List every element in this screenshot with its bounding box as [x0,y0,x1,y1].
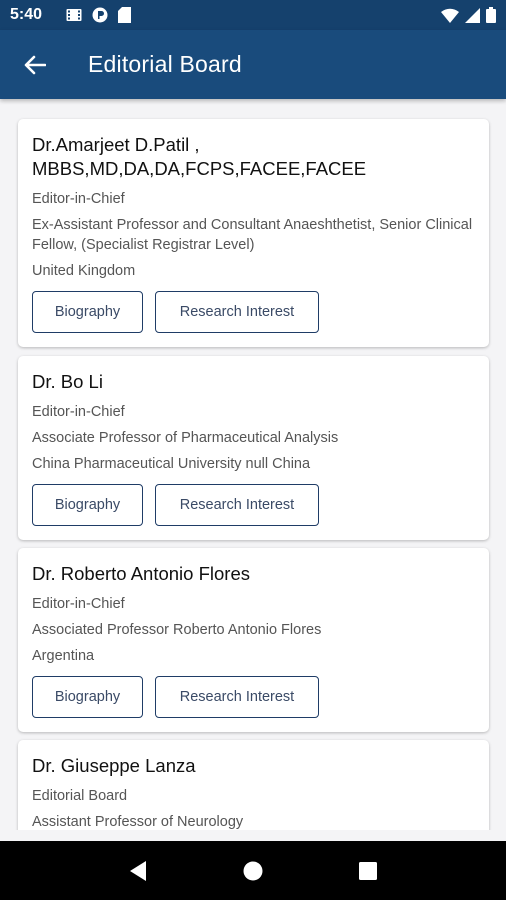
research-interest-button[interactable]: Research Interest [155,291,319,333]
member-role: Editor-in-Chief [32,404,125,420]
media-icon [66,8,82,22]
member-role: Editorial Board [32,788,128,804]
editorial-board-list[interactable]: Dr.Amarjeet D.Patil , MBBS,MD,DA,DA,FCPS… [0,99,506,830]
nav-recents-button[interactable] [348,851,388,891]
card-actions: Biography Research Interest [32,484,475,526]
status-time: 5:40 [10,6,43,23]
card-actions: Biography Research Interest [32,676,475,718]
research-interest-button[interactable]: Research Interest [155,676,319,718]
back-button[interactable] [0,30,70,99]
wifi-icon [441,8,459,23]
board-member-card: Dr. Bo Li Editor-in-Chief Associate Prof… [18,356,489,540]
biography-button[interactable]: Biography [32,484,143,526]
page-title: Editorial Board [88,51,242,77]
member-role: Editor-in-Chief [32,191,125,207]
member-location: United Kingdom [32,263,136,279]
sd-card-icon [118,7,132,23]
board-member-card: Dr. Roberto Antonio Flores Editor-in-Chi… [18,548,489,732]
app-bar: Editorial Board [0,30,506,99]
member-name: Dr.Amarjeet D.Patil , MBBS,MD,DA,DA,FCPS… [32,134,367,179]
square-recents-icon [359,861,378,880]
status-bar: 5:40 [0,0,506,30]
battery-icon [486,7,496,23]
member-name: Dr. Giuseppe Lanza [32,755,196,776]
member-affiliation: Assistant Professor of Neurology [32,814,244,830]
member-affiliation: Associated Professor Roberto Antonio Flo… [32,622,322,638]
biography-button[interactable]: Biography [32,676,143,718]
member-affiliation: Associate Professor of Pharmaceutical An… [32,430,339,446]
member-location: China Pharmaceutical University null Chi… [32,456,311,472]
member-name: Dr. Bo Li [32,371,103,392]
signal-icon [465,7,480,23]
system-navigation-bar [0,841,506,900]
member-affiliation: Ex-Assistant Professor and Consultant An… [32,217,473,253]
nav-home-button[interactable] [233,851,273,891]
status-right [441,7,496,23]
member-role: Editor-in-Chief [32,596,125,612]
research-interest-button[interactable]: Research Interest [155,484,319,526]
biography-button[interactable]: Biography [32,291,143,333]
board-member-card: Dr. Giuseppe Lanza Editorial Board Assis… [18,740,489,830]
triangle-back-icon [129,860,146,881]
nav-back-button[interactable] [118,851,158,891]
app-notification-icon [92,7,108,23]
member-name: Dr. Roberto Antonio Flores [32,563,250,584]
card-actions: Biography Research Interest [32,291,475,333]
circle-home-icon [243,861,263,880]
board-member-card: Dr.Amarjeet D.Patil , MBBS,MD,DA,DA,FCPS… [18,119,489,347]
member-location: Argentina [32,648,95,664]
back-arrow-icon [24,55,46,74]
status-left: 5:40 [10,6,132,24]
